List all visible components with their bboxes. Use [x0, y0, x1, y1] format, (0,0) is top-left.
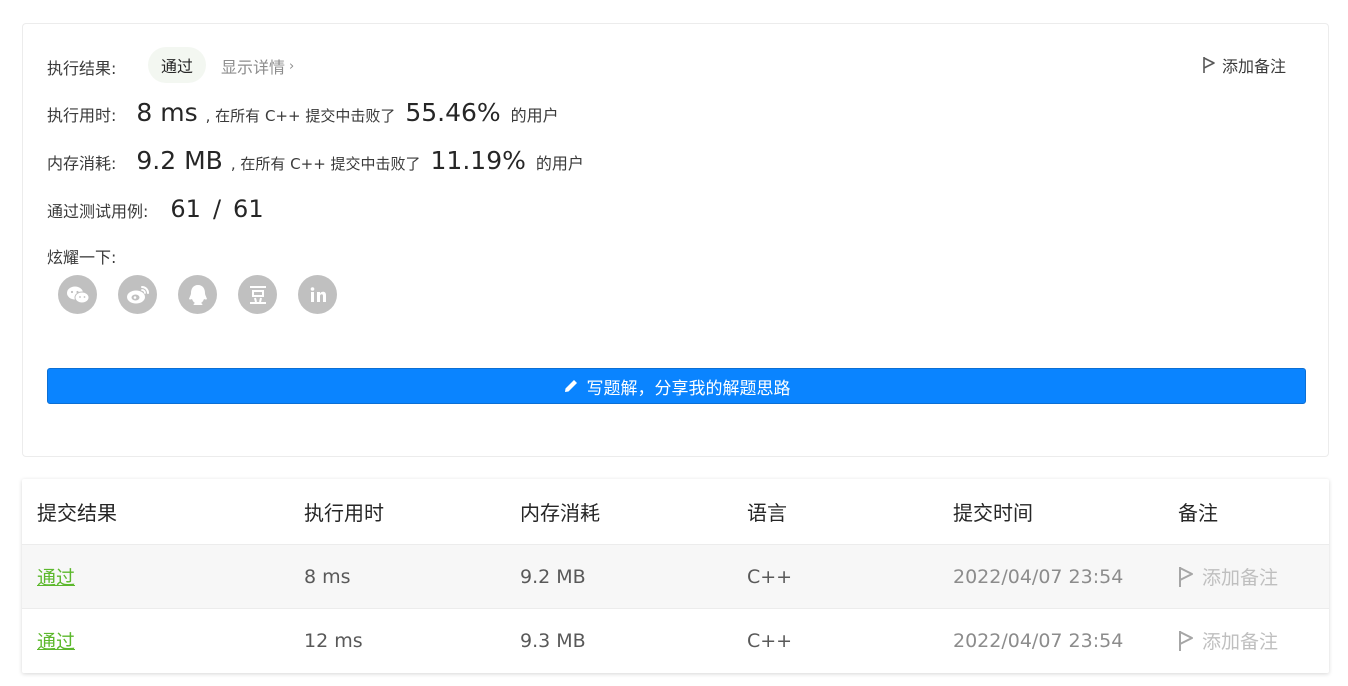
result-card: 执行结果: 通过 显示详情 › 添加备注 执行用时: 8 ms , 在所有 C+… [22, 23, 1329, 457]
submission-add-note-label: 添加备注 [1202, 567, 1279, 589]
submission-memory: 9.3 MB [520, 629, 586, 652]
memory-suffix: 的用户 [535, 154, 584, 173]
memory-beats-text: , 在所有 C++ 提交中击败了 [230, 155, 421, 173]
header-memory: 内存消耗 [520, 501, 600, 525]
testcases-passed: 61 [170, 195, 201, 223]
memory-label: 内存消耗: [47, 154, 117, 173]
submission-add-note-label: 添加备注 [1202, 631, 1279, 653]
memory-percent: 11.19% [430, 146, 526, 175]
wechat-icon[interactable] [58, 275, 97, 314]
show-details-link[interactable]: 显示详情 › [221, 54, 294, 78]
share-label: 炫耀一下: [47, 248, 117, 267]
linkedin-icon[interactable] [298, 275, 337, 314]
submission-add-note-button[interactable]: 添加备注 [1178, 609, 1278, 672]
flag-icon [1203, 57, 1215, 73]
header-status: 提交结果 [37, 501, 117, 525]
pencil-icon [564, 380, 577, 392]
result-label: 执行结果: [47, 59, 117, 78]
add-note-button[interactable]: 添加备注 [1202, 53, 1286, 77]
runtime-suffix: 的用户 [510, 106, 559, 125]
chevron-right-icon: › [289, 58, 295, 74]
runtime-value: 8 ms [136, 98, 198, 127]
submission-language: C++ [747, 629, 793, 652]
header-note: 备注 [1178, 501, 1218, 525]
flag-icon [1179, 566, 1193, 587]
write-solution-button[interactable]: 写题解，分享我的解题思路 [47, 368, 1306, 404]
memory-value: 9.2 MB [136, 146, 223, 175]
header-submit-time: 提交时间 [953, 501, 1033, 525]
submission-status-link[interactable]: 通过 [37, 609, 75, 672]
submission-language: C++ [747, 565, 793, 588]
table-row: 通过 12 ms 9.3 MB C++ 2022/04/07 23:54 添加备… [22, 608, 1329, 672]
memory-row: 内存消耗: 9.2 MB , 在所有 C++ 提交中击败了 11.19% 的用户 [47, 146, 584, 175]
weibo-icon[interactable] [118, 275, 157, 314]
runtime-percent: 55.46% [405, 98, 501, 127]
submission-add-note-button[interactable]: 添加备注 [1178, 545, 1278, 608]
submission-time: 2022/04/07 23:54 [953, 629, 1124, 652]
runtime-row: 执行用时: 8 ms , 在所有 C++ 提交中击败了 55.46% 的用户 [47, 98, 559, 127]
testcases-total: 61 [233, 195, 264, 223]
result-row: 执行结果: [47, 55, 116, 79]
flag-icon [1179, 630, 1193, 651]
table-row: 通过 8 ms 9.2 MB C++ 2022/04/07 23:54 添加备注 [22, 544, 1329, 608]
header-language: 语言 [747, 501, 787, 525]
write-solution-label: 写题解，分享我的解题思路 [586, 378, 791, 399]
submission-runtime: 8 ms [304, 565, 351, 588]
testcases-label: 通过测试用例: [47, 202, 149, 221]
submission-memory: 9.2 MB [520, 565, 586, 588]
submission-time: 2022/04/07 23:54 [953, 565, 1124, 588]
header-runtime: 执行用时 [304, 501, 384, 525]
status-badge: 通过 [148, 47, 207, 83]
testcases-separator: / [212, 195, 222, 223]
add-note-label: 添加备注 [1221, 57, 1286, 76]
runtime-label: 执行用时: [47, 106, 117, 125]
submission-runtime: 12 ms [304, 629, 363, 652]
runtime-beats-text: , 在所有 C++ 提交中击败了 [205, 107, 396, 125]
table-header: 提交结果 执行用时 内存消耗 语言 提交时间 备注 [22, 479, 1329, 544]
submission-status-link[interactable]: 通过 [37, 545, 75, 608]
share-buttons [58, 275, 337, 314]
testcases-row: 通过测试用例: 61 / 61 [47, 195, 264, 223]
submissions-table: 提交结果 执行用时 内存消耗 语言 提交时间 备注 通过 8 ms 9.2 MB… [22, 479, 1329, 673]
douban-icon[interactable] [238, 275, 277, 314]
qq-icon[interactable] [178, 275, 217, 314]
show-details-label: 显示详情 [221, 58, 286, 77]
